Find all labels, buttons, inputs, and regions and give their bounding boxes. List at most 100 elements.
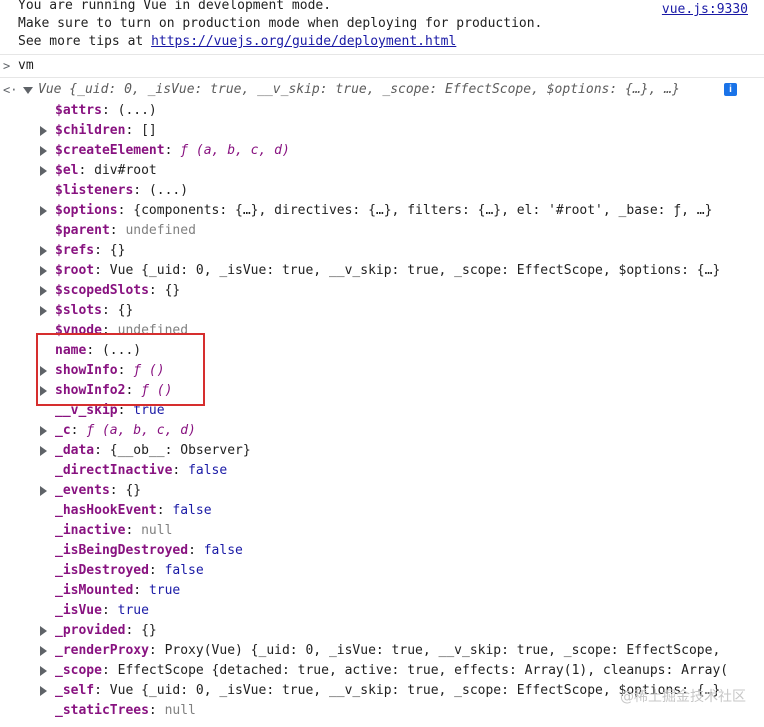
property-key: $listeners bbox=[55, 183, 134, 198]
property-row: $attrs: (...) bbox=[0, 101, 764, 121]
property-value: [] bbox=[141, 123, 157, 138]
property-value: false bbox=[203, 543, 243, 558]
property-key: $vnode bbox=[55, 323, 102, 338]
property-colon: : bbox=[125, 523, 142, 538]
property-key: _staticTrees bbox=[55, 703, 149, 718]
property-text: name: (...) bbox=[55, 341, 141, 361]
result-summary-line[interactable]: <· Vue {_uid: 0, _isVue: true, __v_skip:… bbox=[0, 80, 764, 100]
property-value: ƒ () bbox=[133, 363, 165, 378]
property-value: undefined bbox=[125, 223, 196, 238]
property-key: _data bbox=[55, 443, 95, 458]
property-text: $listeners: (...) bbox=[55, 181, 188, 201]
property-key: showInfo2 bbox=[55, 383, 126, 398]
expand-triangle-icon[interactable] bbox=[40, 266, 47, 276]
property-colon: : bbox=[101, 323, 118, 338]
property-text: _staticTrees: null bbox=[55, 701, 196, 721]
expand-triangle-icon[interactable] bbox=[40, 246, 47, 256]
property-value: EffectScope {detached: true, active: tru… bbox=[117, 663, 729, 678]
property-text: $attrs: (...) bbox=[55, 101, 157, 121]
property-key: _isBeingDestroyed bbox=[55, 543, 189, 558]
expand-triangle-icon[interactable] bbox=[40, 646, 47, 656]
property-text: _inactive: null bbox=[55, 521, 172, 541]
property-row[interactable]: _data: {__ob__: Observer} bbox=[0, 441, 764, 461]
property-text: _renderProxy: Proxy(Vue) {_uid: 0, _isVu… bbox=[55, 641, 720, 661]
expand-triangle-icon[interactable] bbox=[40, 626, 47, 636]
property-text: _isDestroyed: false bbox=[55, 561, 204, 581]
property-key: _self bbox=[55, 683, 95, 698]
property-text: $root: Vue {_uid: 0, _isVue: true, __v_s… bbox=[55, 261, 720, 281]
property-text: $refs: {} bbox=[55, 241, 125, 261]
property-value: {} bbox=[117, 303, 134, 318]
property-text: $el: div#root bbox=[55, 161, 157, 181]
property-value: div#root bbox=[94, 163, 157, 178]
property-key: $attrs bbox=[55, 103, 102, 118]
expand-triangle-icon[interactable] bbox=[40, 206, 47, 216]
expand-triangle-icon[interactable] bbox=[40, 126, 47, 136]
property-text: __v_skip: true bbox=[55, 401, 165, 421]
property-text: _data: {__ob__: Observer} bbox=[55, 441, 251, 461]
property-value: {} bbox=[164, 283, 181, 298]
property-key: $createElement bbox=[55, 143, 165, 158]
property-key: _directInactive bbox=[55, 463, 173, 478]
property-colon: : bbox=[78, 163, 95, 178]
property-value: undefined bbox=[117, 323, 189, 338]
expand-triangle-icon[interactable] bbox=[40, 446, 47, 456]
expand-triangle-icon[interactable] bbox=[40, 426, 47, 436]
property-row[interactable]: $refs: {} bbox=[0, 241, 764, 261]
property-value: {} bbox=[125, 483, 142, 498]
expand-triangle-icon[interactable] bbox=[40, 686, 47, 696]
property-key: $scopedSlots bbox=[55, 283, 149, 298]
source-location-link[interactable]: vue.js:9330 bbox=[662, 0, 748, 19]
property-row[interactable]: $slots: {} bbox=[0, 301, 764, 321]
property-colon: : bbox=[117, 203, 134, 218]
warning-line-3-prefix: See more tips at bbox=[18, 34, 152, 49]
property-row[interactable]: _renderProxy: Proxy(Vue) {_uid: 0, _isVu… bbox=[0, 641, 764, 661]
property-row[interactable]: $options: {components: {…}, directives: … bbox=[0, 201, 764, 221]
property-row: _isBeingDestroyed: false bbox=[0, 541, 764, 561]
expand-triangle-icon[interactable] bbox=[40, 306, 47, 316]
deployment-guide-link[interactable]: https://vuejs.org/guide/deployment.html bbox=[151, 34, 456, 49]
expand-triangle-icon[interactable] bbox=[40, 146, 47, 156]
property-row[interactable]: _scope: EffectScope {detached: true, act… bbox=[0, 661, 764, 681]
expand-triangle-icon[interactable] bbox=[40, 366, 47, 376]
property-row[interactable]: showInfo2: ƒ () bbox=[0, 381, 764, 401]
property-row[interactable]: $scopedSlots: {} bbox=[0, 281, 764, 301]
expand-triangle-icon[interactable] bbox=[40, 386, 47, 396]
property-key: $children bbox=[55, 123, 126, 138]
property-colon: : bbox=[109, 483, 126, 498]
property-colon: : bbox=[164, 143, 181, 158]
property-value: ƒ (a, b, c, d) bbox=[86, 423, 196, 438]
property-value: {components: {…}, directives: {…}, filte… bbox=[133, 203, 713, 218]
expand-triangle-icon[interactable] bbox=[40, 166, 47, 176]
property-key: __v_skip bbox=[55, 403, 118, 418]
property-row[interactable]: _provided: {} bbox=[0, 621, 764, 641]
expand-triangle-icon[interactable] bbox=[40, 486, 47, 496]
expand-triangle-icon[interactable] bbox=[40, 286, 47, 296]
property-value: false bbox=[188, 463, 228, 478]
property-text: $scopedSlots: {} bbox=[55, 281, 180, 301]
expand-triangle-icon[interactable] bbox=[40, 666, 47, 676]
property-row: _isVue: true bbox=[0, 601, 764, 621]
property-row: _isMounted: true bbox=[0, 581, 764, 601]
property-colon: : bbox=[133, 583, 149, 598]
property-key: $el bbox=[55, 163, 79, 178]
property-row[interactable]: _events: {} bbox=[0, 481, 764, 501]
property-value: null bbox=[141, 523, 173, 538]
collapse-triangle-icon[interactable] bbox=[23, 87, 33, 94]
property-colon: : bbox=[148, 703, 165, 718]
property-value: true bbox=[148, 583, 181, 598]
property-row[interactable]: $root: Vue {_uid: 0, _isVue: true, __v_s… bbox=[0, 261, 764, 281]
property-row[interactable]: $el: div#root bbox=[0, 161, 764, 181]
property-colon: : bbox=[86, 343, 102, 358]
property-row[interactable]: $createElement: ƒ (a, b, c, d) bbox=[0, 141, 764, 161]
info-icon[interactable]: i bbox=[724, 83, 737, 96]
console-separator-2 bbox=[0, 77, 764, 78]
property-row: $parent: undefined bbox=[0, 221, 764, 241]
property-row[interactable]: showInfo: ƒ () bbox=[0, 361, 764, 381]
property-row[interactable]: $children: [] bbox=[0, 121, 764, 141]
property-row[interactable]: _c: ƒ (a, b, c, d) bbox=[0, 421, 764, 441]
property-text: _scope: EffectScope {detached: true, act… bbox=[55, 661, 728, 681]
property-value: (...) bbox=[101, 343, 142, 358]
result-summary: Vue {_uid: 0, _isVue: true, __v_skip: tr… bbox=[38, 82, 680, 97]
property-key: _c bbox=[55, 423, 71, 438]
